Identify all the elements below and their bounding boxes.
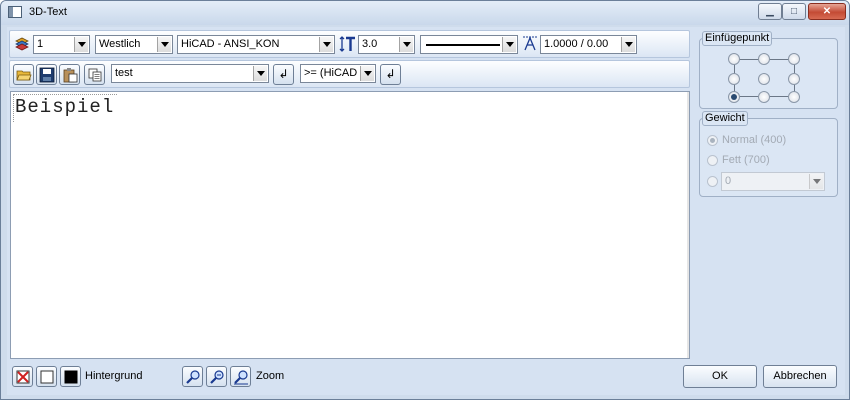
chevron-down-icon[interactable] [502,37,516,52]
floppy-disk-icon [37,65,56,84]
zoom-in-button[interactable] [182,366,203,387]
copy-button[interactable] [84,64,105,85]
enter-icon: ↲ [385,67,396,81]
apply-mode-button[interactable]: ↲ [380,64,401,85]
magnifier-icon [231,367,250,386]
minimize-button[interactable]: ▁ [758,3,782,20]
cancel-button[interactable]: Abbrechen [763,365,837,388]
window-icon [8,6,22,18]
insertion-middle-right[interactable] [788,73,800,85]
close-button[interactable]: ✕ [808,3,846,20]
mode-combo[interactable]: >= (HiCAD [300,64,376,83]
line-style-combo[interactable] [420,35,518,54]
bottom-bar: Hintergrund Zoom [10,363,690,389]
window-title: 3D-Text [29,6,67,18]
layer-value: 1 [37,38,44,50]
close-icon: ✕ [822,6,832,17]
ok-button[interactable]: OK [683,365,757,388]
insertion-bottom-right[interactable] [788,91,800,103]
insertion-top-left[interactable] [728,53,740,65]
zoom-fit-button[interactable] [230,366,251,387]
minimize-icon: ▁ [766,6,774,17]
insertion-middle-left[interactable] [728,73,740,85]
weight-normal-label: Normal (400) [722,134,787,146]
weight-title: Gewicht [702,111,748,126]
chevron-down-icon[interactable] [319,37,333,52]
weight-group: Gewicht Normal (400) Fett (700) 0 [699,111,838,197]
editor-text[interactable]: Beispiel [15,96,114,118]
text-ratio-combo[interactable]: 1.0000 / 0.00 [540,35,637,54]
white-background-button[interactable] [36,366,57,387]
dialog-window: 3D-Text ▁ □ ✕ 1 Westlich HiCAD - ANSI_KO… [0,0,850,400]
font-value: HiCAD - ANSI_KON [181,38,280,50]
text-height-icon [339,35,357,53]
font-combo[interactable]: HiCAD - ANSI_KON [177,35,335,54]
text-ratio-icon [521,35,539,53]
maximize-button[interactable]: □ [782,3,806,20]
white-square-icon [37,367,56,386]
chevron-down-icon[interactable] [621,37,635,52]
template-value: test [115,67,133,79]
weight-bold-radio[interactable] [707,155,718,166]
weight-bold-label: Fett (700) [722,154,770,166]
insertion-point-group: Einfügepunkt [699,31,838,109]
layer-combo[interactable]: 1 [33,35,90,54]
template-combo[interactable]: test [111,64,269,83]
editor-scrollbar[interactable] [687,92,689,358]
black-background-button[interactable] [60,366,81,387]
orientation-value: Westlich [99,38,141,50]
insertion-middle-center[interactable] [758,73,770,85]
mode-value: >= (HiCAD [304,67,358,79]
text-ratio-value: 1.0000 / 0.00 [544,38,609,50]
paste-button[interactable] [59,64,80,85]
insertion-bottom-center[interactable] [758,91,770,103]
chevron-down-icon[interactable] [74,37,88,52]
line-style-preview [426,44,500,46]
weight-custom-combo[interactable]: 0 [721,172,825,191]
apply-template-button[interactable]: ↲ [273,64,294,85]
chevron-down-icon[interactable] [157,37,171,52]
text-editor[interactable]: Beispiel [10,91,690,359]
orientation-combo[interactable]: Westlich [95,35,173,54]
save-button[interactable] [36,64,57,85]
no-fill-icon [13,367,32,386]
weight-normal-radio[interactable] [707,135,718,146]
clipboard-icon [60,65,79,84]
format-toolbar: 1 Westlich HiCAD - ANSI_KON 3.0 1.0000 /… [9,30,690,58]
maximize-icon: □ [790,6,798,17]
template-toolbar: test ↲ >= (HiCAD ↲ [9,60,690,88]
chevron-down-icon[interactable] [399,37,413,52]
open-button[interactable] [13,64,34,85]
black-square-icon [61,367,80,386]
zoom-label: Zoom [256,370,285,382]
title-bar[interactable]: 3D-Text ▁ □ ✕ [1,1,849,25]
copy-icon [85,65,104,84]
text-height-value: 3.0 [362,38,378,50]
insertion-bottom-left[interactable] [728,91,740,103]
text-height-combo[interactable]: 3.0 [358,35,415,54]
weight-custom-radio[interactable] [707,176,718,187]
magnifier-plus-icon [183,367,202,386]
dialog-client: 1 Westlich HiCAD - ANSI_KON 3.0 1.0000 /… [7,27,845,395]
enter-icon: ↲ [278,67,289,81]
weight-custom-value: 0 [725,175,732,187]
background-label: Hintergrund [85,370,143,382]
chevron-down-icon[interactable] [360,66,374,81]
no-background-button[interactable] [12,366,33,387]
insertion-top-center[interactable] [758,53,770,65]
magnifier-minus-icon [207,367,226,386]
chevron-down-icon[interactable] [809,174,823,189]
insertion-point-title: Einfügepunkt [702,31,773,46]
layers-icon [13,35,31,53]
chevron-down-icon[interactable] [253,66,267,81]
zoom-out-button[interactable] [206,366,227,387]
insertion-top-right[interactable] [788,53,800,65]
folder-open-icon [14,65,33,84]
